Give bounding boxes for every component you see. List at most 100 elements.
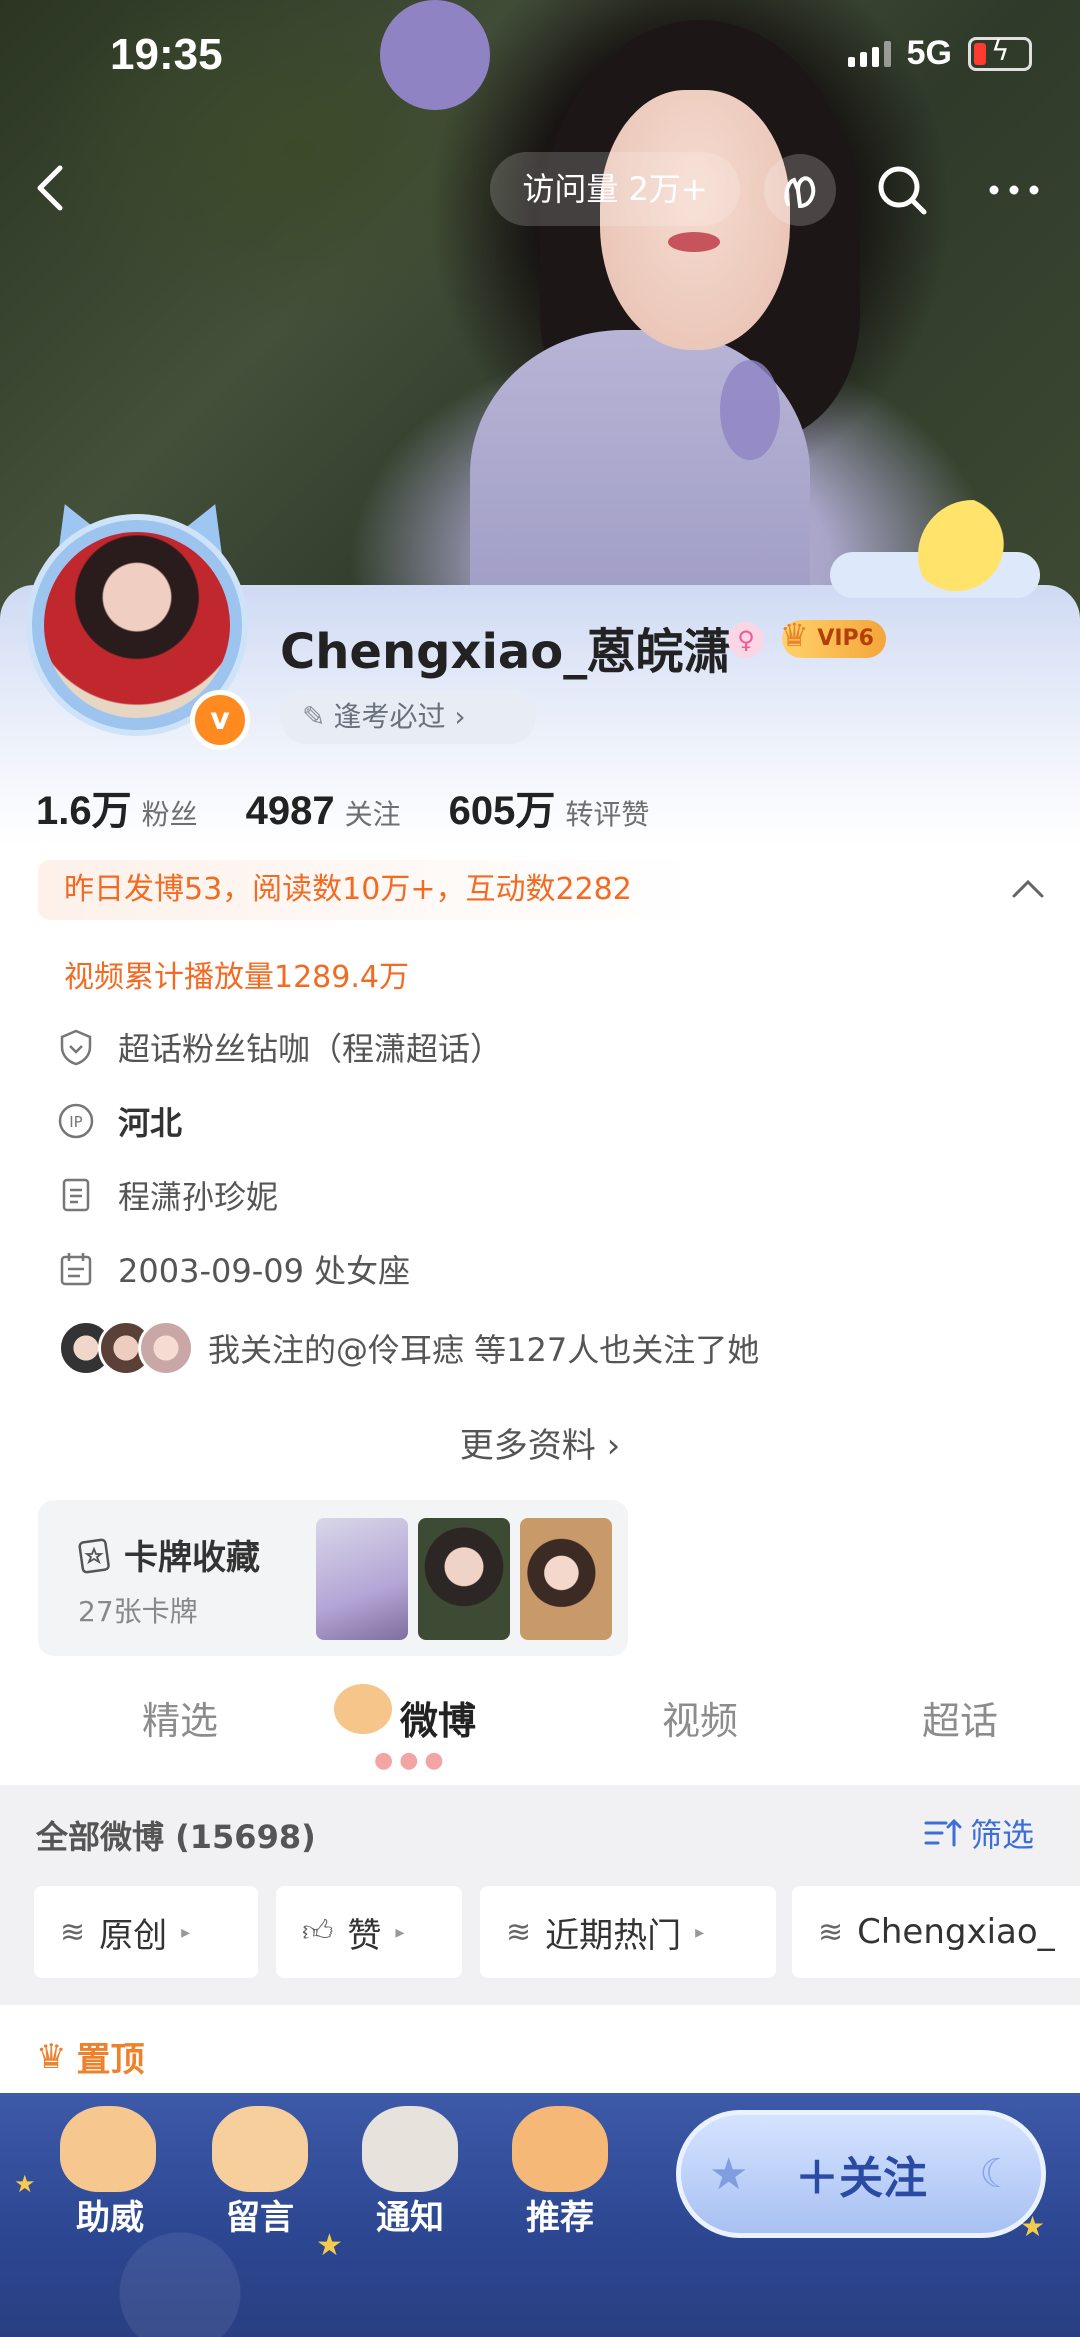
- mutual-follows[interactable]: 我关注的@伶耳痣 等127人也关注了她: [58, 1320, 759, 1376]
- tab-weibo[interactable]: 微博: [400, 1690, 476, 1745]
- caret-icon: ▸: [395, 1921, 405, 1943]
- search-button[interactable]: [872, 160, 932, 220]
- caret-icon: ▸: [695, 1921, 705, 1943]
- star-decoration: ★: [14, 2170, 36, 2198]
- card-thumbnail[interactable]: [418, 1518, 510, 1640]
- info-ip: IP 河北: [56, 1098, 182, 1144]
- action-notify[interactable]: 通知: [340, 2190, 480, 2239]
- calendar-icon: [60, 1253, 92, 1286]
- card-collection-header: 卡牌收藏: [74, 1530, 260, 1579]
- info-ip-text: 河北: [118, 1104, 183, 1142]
- filter-icon: [924, 1818, 962, 1847]
- stat-fans[interactable]: 1.6万 粉丝: [36, 778, 198, 836]
- female-gender-icon: ♀: [728, 622, 764, 658]
- action-recommend[interactable]: 推荐: [490, 2190, 630, 2239]
- chevron-left-icon: [37, 165, 63, 211]
- layers-icon: ≋: [818, 1914, 844, 1950]
- card-icon: [78, 1538, 110, 1573]
- cat-recommend-icon: [512, 2106, 608, 2192]
- yesterday-stats[interactable]: 昨日发博53，阅读数10万+，互动数2282: [38, 860, 694, 920]
- tab-supertopic[interactable]: 超话: [922, 1690, 998, 1745]
- info-birthday-text: 2003-09-09 处女座: [118, 1252, 411, 1290]
- stat-value: 1.6万: [36, 789, 132, 833]
- follow-button[interactable]: ★ ＋关注 ☾: [676, 2110, 1046, 2238]
- thumb-up-icon: 👍︎: [302, 1914, 334, 1949]
- cat-tab-icon: [334, 1684, 392, 1734]
- earring-flower: [720, 360, 780, 460]
- action-cheer[interactable]: 助威: [40, 2190, 180, 2239]
- cover-lips: [668, 232, 720, 252]
- profile-tag[interactable]: ✎ 逢考必过 ›: [280, 690, 536, 744]
- layers-icon: ≋: [60, 1914, 86, 1950]
- avatar[interactable]: [44, 532, 230, 718]
- more-dots-icon: [989, 185, 1039, 195]
- profile-name: Chengxiao_蒽皖潇: [280, 624, 732, 680]
- verified-badge-icon: v: [190, 690, 250, 750]
- cat-message-icon: [212, 2106, 308, 2192]
- profile-tabs: 精选 微博 ●●● 视频 超话: [0, 1684, 1080, 1780]
- card-thumbnail[interactable]: [316, 1518, 408, 1640]
- pinned-text: 置顶: [76, 2040, 145, 2080]
- all-weibo-count: 全部微博 (15698): [36, 1818, 316, 1856]
- chip-original[interactable]: ≋ 原创 ▸: [34, 1886, 258, 1978]
- info-bio-text: 程潇孙珍妮: [118, 1178, 279, 1216]
- stat-following[interactable]: 4987 关注: [246, 789, 401, 834]
- more-button[interactable]: [984, 170, 1044, 210]
- crown-icon: ♛: [36, 2036, 67, 2077]
- chevron-up-icon: [1012, 879, 1044, 898]
- star-icon: ★: [709, 2148, 749, 2200]
- stat-interactions[interactable]: 605万 转评赞: [449, 778, 650, 836]
- info-supertopic-text: 超话粉丝钻咖（程潇超话）: [118, 1030, 503, 1068]
- battery-icon: ϟ: [968, 36, 1032, 71]
- ip-icon: IP: [58, 1103, 94, 1139]
- card-thumbnail[interactable]: [520, 1518, 612, 1640]
- chip-label: 赞: [347, 1915, 382, 1956]
- tab-video[interactable]: 视频: [662, 1690, 738, 1745]
- moon-icon: [918, 500, 1028, 610]
- cat-cheer-icon: [60, 2106, 156, 2192]
- card-collection-count: 27张卡牌: [78, 1595, 198, 1628]
- collapse-button[interactable]: [1008, 870, 1048, 910]
- layers-icon: ≋: [506, 1914, 532, 1950]
- video-plays: 视频累计播放量1289.4万: [64, 960, 409, 995]
- card-collection-title: 卡牌收藏: [124, 1538, 260, 1578]
- filter-label: 筛选: [970, 1816, 1035, 1854]
- chip-liked[interactable]: 👍︎ 赞 ▸: [276, 1886, 462, 1978]
- document-icon: [62, 1178, 90, 1212]
- stat-label: 转评赞: [565, 798, 650, 831]
- pinned-label: ♛ 置顶: [36, 2032, 144, 2081]
- info-supertopic[interactable]: 超话粉丝钻咖（程潇超话）: [56, 1024, 502, 1070]
- chip-label: 近期热门: [545, 1915, 682, 1956]
- back-button[interactable]: [24, 160, 80, 216]
- stat-value: 605万: [448, 789, 556, 833]
- network-label: 5G: [906, 34, 952, 72]
- mutual-avatar: [138, 1320, 194, 1376]
- signal-icon: [847, 40, 891, 67]
- info-bio: 程潇孙珍妮: [56, 1172, 278, 1218]
- mutual-text: 我关注的@伶耳痣 等127人也关注了她: [208, 1331, 760, 1369]
- visits-counter[interactable]: 访问量 2万+: [490, 152, 740, 226]
- filter-button[interactable]: 筛选: [922, 1810, 1034, 1856]
- profile-stats: 1.6万 粉丝 4987 关注 605万 转评赞: [36, 778, 697, 836]
- stat-value: 4987: [245, 789, 335, 833]
- follow-label: ＋关注: [795, 2153, 927, 2204]
- chip-trending[interactable]: ≋ 近期热门 ▸: [480, 1886, 776, 1978]
- tab-featured[interactable]: 精选: [142, 1690, 218, 1745]
- rainbow-button[interactable]: [764, 154, 836, 226]
- stat-label: 粉丝: [141, 798, 198, 831]
- action-message[interactable]: 留言: [190, 2190, 330, 2239]
- moon-icon: ☾: [979, 2151, 1015, 2197]
- chip-label: 原创: [99, 1915, 168, 1956]
- caret-icon: ▸: [181, 1921, 191, 1943]
- svg-text:IP: IP: [69, 1113, 82, 1131]
- stat-label: 关注: [344, 798, 401, 831]
- cat-notify-icon: [362, 2106, 458, 2192]
- tag-icon: ✎: [302, 700, 326, 733]
- more-info-link[interactable]: 更多资料 ›: [0, 1418, 1080, 1467]
- profile-tag-label: 逢考必过 ›: [333, 700, 466, 733]
- chip-user[interactable]: ≋ Chengxiao_: [792, 1886, 1080, 1978]
- flower-decoration: [380, 0, 490, 110]
- shield-icon: [60, 1029, 92, 1066]
- status-time: 19:35: [110, 30, 223, 79]
- chip-label: Chengxiao_: [857, 1912, 1055, 1952]
